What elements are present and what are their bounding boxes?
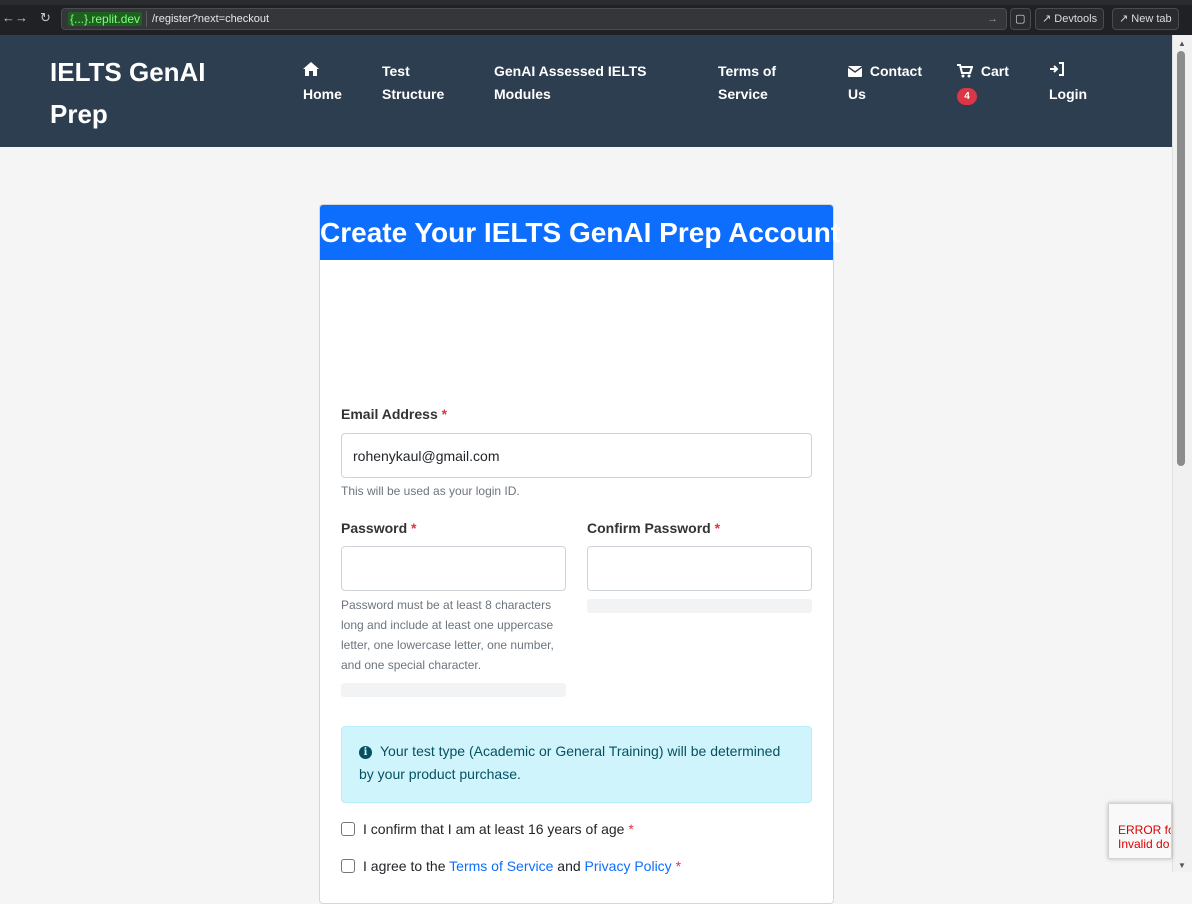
registration-card: Create Your IELTS GenAI Prep Account Ema…: [319, 204, 840, 904]
url-host: {...}.replit.dev: [66, 11, 144, 27]
email-label: Email Address *: [341, 405, 447, 423]
address-bar[interactable]: {...}.replit.dev /register?next=checkout…: [61, 8, 1007, 30]
nav-login[interactable]: Login: [1049, 60, 1109, 106]
site-navbar: IELTS GenAI Prep Home Test Structure Gen…: [0, 35, 1172, 147]
tab-strip: [0, 0, 1192, 5]
password-match-meter: [587, 599, 812, 613]
password-help-text: Password must be at least 8 characters l…: [341, 598, 554, 672]
devtools-button[interactable]: ↗ Devtools: [1035, 8, 1105, 30]
reload-icon[interactable]: ↻: [40, 9, 51, 27]
nav-cart-label: Cart: [980, 63, 1009, 79]
test-type-info-alert: i Your test type (Academic or General Tra…: [341, 726, 812, 803]
browser-toolbar: ← → ↻ {...}.replit.dev /register?next=ch…: [0, 0, 1192, 35]
sign-in-icon: [1049, 60, 1109, 83]
nav-login-label: Login: [1049, 86, 1088, 102]
recaptcha-error-line2: Invalid do: [1118, 837, 1170, 851]
monitor-icon: ▢: [1015, 13, 1026, 25]
scrollbar-thumb[interactable]: [1177, 51, 1185, 466]
age-confirm-row: I confirm that I am at least 16 years of…: [341, 820, 634, 838]
page-title: Create Your IELTS GenAI Prep Account: [320, 205, 840, 260]
envelope-icon: [847, 63, 866, 79]
nav-test-structure[interactable]: Test Structure: [382, 60, 457, 106]
email-help-text: This will be used as your login ID.: [341, 484, 520, 498]
scroll-down-icon[interactable]: ▼: [1178, 861, 1186, 870]
nav-home-label: Home: [303, 86, 342, 102]
go-arrow-icon[interactable]: →: [987, 11, 998, 27]
nav-test-structure-label: Test Structure: [382, 63, 445, 102]
confirm-password-label-text: Confirm Password: [587, 520, 711, 536]
recaptcha-error-line1: ERROR fo: [1118, 823, 1172, 837]
nav-terms-label: Terms of Service: [718, 63, 777, 102]
devtools-label: Devtools: [1054, 13, 1098, 25]
back-icon[interactable]: ←: [2, 9, 15, 27]
new-tab-label: New tab: [1131, 13, 1172, 25]
nav-terms[interactable]: Terms of Service: [718, 60, 808, 106]
new-tab-button[interactable]: ↗ New tab: [1112, 8, 1179, 30]
confirm-password-label: Confirm Password *: [587, 519, 720, 537]
nav-home[interactable]: Home: [303, 60, 363, 106]
external-link-icon: ↗: [1119, 13, 1129, 25]
scroll-up-icon[interactable]: ▲: [1178, 39, 1186, 48]
info-alert-text: Your test type (Academic or General Trai…: [359, 743, 781, 782]
password-strength-meter: [341, 683, 566, 697]
nav-cart[interactable]: Cart 4: [957, 60, 1017, 106]
home-icon: [303, 60, 363, 83]
password-field[interactable]: [341, 546, 566, 591]
cart-count-badge: 4: [957, 88, 977, 105]
recaptcha-badge: ERROR fo Invalid do: [1108, 803, 1172, 859]
device-toggle-button[interactable]: ▢: [1010, 8, 1031, 30]
terms-agree-row: I agree to the Terms of Service and Priv…: [341, 857, 681, 875]
required-marker: *: [628, 821, 634, 837]
required-marker: *: [441, 406, 448, 422]
terms-agree-checkbox[interactable]: [341, 859, 355, 873]
wrench-icon: ↗: [1042, 13, 1052, 25]
nav-genai-modules[interactable]: GenAI Assessed IELTS Modules: [494, 60, 674, 106]
age-confirm-label: I confirm that I am at least 16 years of…: [363, 821, 625, 837]
forward-icon[interactable]: →: [15, 9, 28, 27]
email-label-text: Email Address: [341, 406, 438, 422]
required-marker: *: [411, 520, 417, 536]
required-marker: *: [714, 520, 721, 536]
url-divider: [146, 11, 147, 27]
age-confirm-checkbox[interactable]: [341, 822, 355, 836]
page-scrollbar[interactable]: ▲ ▼: [1172, 35, 1192, 872]
url-path: /register?next=checkout: [152, 13, 270, 25]
url-host-label: {...}.replit.dev: [68, 12, 143, 26]
cart-icon: [957, 63, 977, 79]
nav-contact[interactable]: Contact Us: [847, 60, 928, 106]
password-label: Password *: [341, 519, 416, 537]
info-circle-icon: i: [359, 746, 372, 759]
email-field[interactable]: [341, 433, 812, 478]
brand-logo[interactable]: IELTS GenAI Prep: [50, 51, 240, 135]
confirm-password-field[interactable]: [587, 546, 812, 591]
password-label-text: Password: [341, 520, 408, 536]
nav-genai-modules-label: GenAI Assessed IELTS Modules: [494, 63, 647, 102]
